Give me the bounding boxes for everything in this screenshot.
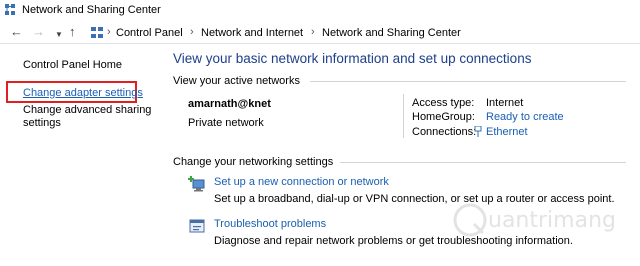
chevron-down-icon[interactable]: ▼: [55, 28, 63, 42]
sidebar-item-change-adapter-settings[interactable]: Change adapter settings: [23, 87, 143, 99]
window-title: Network and Sharing Center: [22, 4, 161, 16]
page-title: View your basic network information and …: [173, 51, 532, 66]
network-location-icon: [91, 27, 103, 38]
back-arrow-icon[interactable]: ←: [10, 25, 23, 39]
sidebar-item-control-panel-home[interactable]: Control Panel Home: [23, 59, 122, 71]
title-bar: Network and Sharing Center: [0, 0, 640, 22]
networking-settings-heading: Change your networking settings: [173, 156, 334, 168]
network-category[interactable]: Private network: [188, 117, 264, 129]
section-divider: [340, 162, 626, 163]
vertical-divider: [403, 94, 404, 138]
watermark-text: uantrimang: [488, 208, 616, 233]
watermark: uantrimang: [452, 200, 616, 244]
access-type-value: Internet: [486, 97, 524, 109]
ethernet-link[interactable]: Ethernet: [486, 126, 528, 138]
breadcrumb-separator[interactable]: ›: [190, 26, 194, 38]
breadcrumb-network-and-internet[interactable]: Network and Internet: [201, 27, 303, 39]
breadcrumb-separator[interactable]: ›: [311, 26, 315, 38]
troubleshoot-icon: [189, 219, 205, 233]
up-arrow-icon[interactable]: ↑: [69, 25, 76, 39]
forward-arrow-icon[interactable]: →: [32, 25, 45, 39]
breadcrumb-control-panel[interactable]: Control Panel: [116, 27, 183, 39]
sidebar-item-advanced-sharing-line2[interactable]: settings: [23, 117, 61, 129]
new-connection-icon: [188, 176, 205, 192]
breadcrumb-network-and-sharing-center[interactable]: Network and Sharing Center: [322, 27, 461, 39]
network-name: amarnath@knet: [188, 98, 271, 110]
homegroup-label: HomeGroup:: [412, 111, 475, 123]
ethernet-icon: [474, 126, 482, 137]
access-type-label: Access type:: [412, 97, 475, 109]
sidebar-item-advanced-sharing[interactable]: Change advanced sharing: [23, 104, 151, 116]
homegroup-link[interactable]: Ready to create: [486, 111, 564, 123]
connections-label: Connections:: [412, 126, 477, 138]
breadcrumb-separator: ›: [107, 26, 111, 38]
address-bar: ← → ▼ ↑ › Control Panel › Network and In…: [0, 22, 640, 44]
setup-connection-link[interactable]: Set up a new connection or network: [214, 176, 389, 188]
network-center-icon: [5, 4, 15, 15]
troubleshoot-link[interactable]: Troubleshoot problems: [214, 218, 326, 230]
active-networks-heading: View your active networks: [173, 75, 300, 87]
watermark-logo-icon: [453, 203, 487, 237]
section-divider: [310, 81, 626, 82]
